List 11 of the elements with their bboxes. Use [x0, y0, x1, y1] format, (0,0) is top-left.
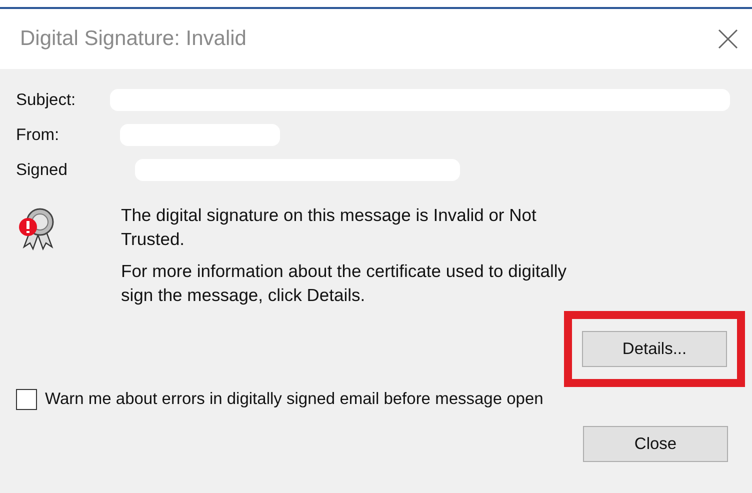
details-button[interactable]: Details...: [582, 331, 727, 367]
window-title: Digital Signature: Invalid: [20, 27, 246, 51]
close-button[interactable]: Close: [583, 426, 728, 462]
message-text: The digital signature on this message is Invalid or Not Trusted.: [121, 204, 538, 251]
message-text: For more information about the certificate used to digitally sign the message, click Details.: [121, 260, 568, 307]
checkbox-label[interactable]: Warn me about errors in digitally signed email before message open: [45, 390, 544, 409]
close-icon[interactable]: [718, 29, 738, 49]
field-label: Subject:: [16, 90, 77, 110]
field-label: From:: [16, 126, 60, 144]
checkbox[interactable]: [16, 389, 37, 410]
field-label: Signed: [16, 160, 68, 180]
